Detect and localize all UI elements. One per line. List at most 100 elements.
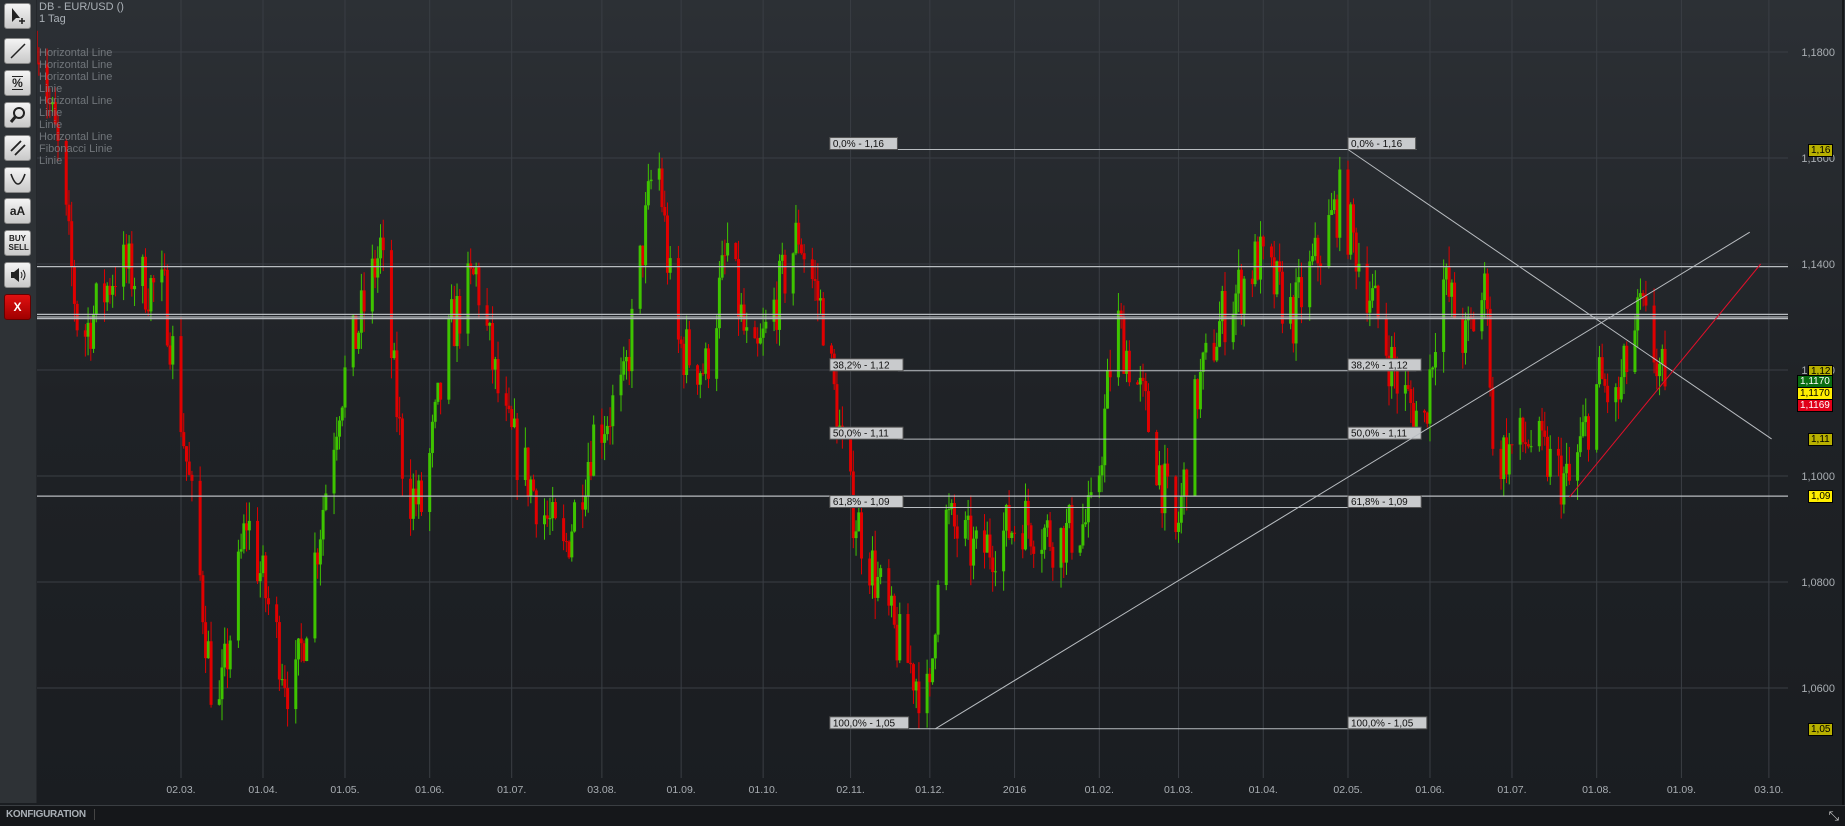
percent-tool-button[interactable]: % (4, 70, 31, 96)
candle-body (622, 361, 626, 375)
candle-body (127, 243, 131, 269)
candle (1253, 234, 1257, 287)
delete-button[interactable]: X (4, 294, 31, 320)
candle-body (70, 221, 74, 268)
candle (354, 315, 358, 350)
drawing-list-item[interactable]: Horizontal Line (39, 71, 124, 83)
candle-body (430, 421, 434, 453)
candle-body (512, 418, 516, 428)
parallel-lines-icon (8, 138, 28, 158)
candle-body (955, 526, 959, 539)
candle (1193, 374, 1197, 497)
candle (510, 405, 514, 430)
candle-body (428, 452, 432, 512)
candle-body (1144, 381, 1148, 392)
candle-body (1100, 465, 1104, 476)
candle-body (638, 245, 642, 309)
candle-body (1059, 528, 1063, 568)
candle-body (225, 643, 229, 670)
candle-body (794, 222, 798, 254)
x-tick-label: 01.09. (667, 784, 696, 796)
candle-body (507, 405, 511, 410)
candle-body (753, 327, 757, 339)
drawing-list-item[interactable]: Linie (39, 119, 124, 131)
candle-body (985, 534, 989, 553)
zoom-button[interactable] (4, 102, 31, 128)
candle-body (624, 356, 628, 362)
candle-body (1239, 269, 1243, 315)
text-tool-button[interactable]: aA (4, 198, 31, 224)
candle-body (1384, 318, 1388, 356)
line-tool-button[interactable] (4, 38, 31, 64)
y-tick-label: 1,1800 (1801, 47, 1835, 59)
speaker-button[interactable] (4, 262, 31, 288)
fibonacci-level-label: 100,0% - 1,05 (833, 718, 896, 729)
candle-body (1289, 296, 1293, 324)
candle-body (1280, 271, 1284, 324)
candle-body (641, 245, 645, 266)
candle-body (1526, 444, 1530, 447)
candle-body (242, 523, 246, 550)
candle-body (1412, 403, 1416, 431)
x-tick-label: 02.03. (166, 784, 195, 796)
drawing-list-item[interactable]: Horizontal Line (39, 95, 124, 107)
speaker-icon (8, 265, 28, 285)
candle-body (1269, 246, 1273, 258)
parallel-lines-button[interactable] (4, 135, 31, 161)
candle-body (679, 339, 683, 344)
candle-body (133, 285, 137, 290)
candle-body (931, 658, 935, 683)
resize-icon[interactable]: ⤡ (1829, 808, 1839, 824)
configuration-button[interactable]: KONFIGURATION (6, 809, 95, 820)
buy-sell-button[interactable]: BUY SELL (4, 230, 31, 256)
x-tick-label: 01.04. (1249, 784, 1278, 796)
candle-body (343, 367, 347, 408)
candle-body (895, 624, 899, 661)
candle-body (417, 480, 421, 505)
candle-body (149, 278, 153, 312)
candle-body (297, 638, 301, 660)
drawing-list-item[interactable]: Fibonacci Linie (39, 143, 124, 155)
candle-body (220, 667, 224, 700)
drawing-list-item[interactable]: Horizontal Line (39, 59, 124, 71)
candle-body (821, 298, 825, 346)
candle (165, 264, 169, 348)
candle-body (1606, 385, 1610, 403)
curve-tool-button[interactable] (4, 167, 31, 193)
candle-body (223, 643, 227, 668)
candle-body (392, 350, 396, 359)
candle-body (717, 277, 721, 329)
candle-body (687, 329, 691, 366)
candle-body (603, 434, 607, 443)
drawing-list-item[interactable]: Linie (39, 155, 124, 167)
drawing-list-item[interactable]: Linie (39, 107, 124, 119)
drawing-list-item[interactable]: Horizontal Line (39, 131, 124, 143)
candle-body (163, 269, 167, 271)
candle-body (111, 286, 115, 295)
candle-body (1105, 370, 1109, 409)
price-chart[interactable]: 0,0% - 1,16 0,0% - 1,16 38,2% - 1,12 38,2% … (0, 0, 1845, 825)
candle-body (909, 662, 913, 665)
candle-body (715, 328, 719, 379)
delete-icon: X (13, 300, 22, 314)
candle-body (491, 323, 495, 370)
candle-body (471, 268, 475, 275)
candle-body (802, 253, 806, 260)
candle-body (379, 237, 383, 259)
candle (1488, 296, 1492, 397)
candle-body (698, 373, 702, 385)
candle-body (739, 304, 743, 317)
candle-body (1507, 444, 1511, 475)
candle-body (474, 267, 478, 275)
candle (931, 658, 935, 685)
drawing-list-item[interactable]: Linie (39, 83, 124, 95)
x-tick-label: 01.03. (1164, 784, 1193, 796)
cursor-add-button[interactable] (4, 3, 31, 29)
candle-body (696, 365, 700, 385)
candle (1155, 429, 1159, 486)
candle-body (701, 373, 705, 375)
candle-body (409, 478, 413, 519)
candle-body (993, 571, 997, 573)
drawing-list-item[interactable]: Horizontal Line (39, 47, 124, 59)
candle-body (660, 168, 664, 208)
